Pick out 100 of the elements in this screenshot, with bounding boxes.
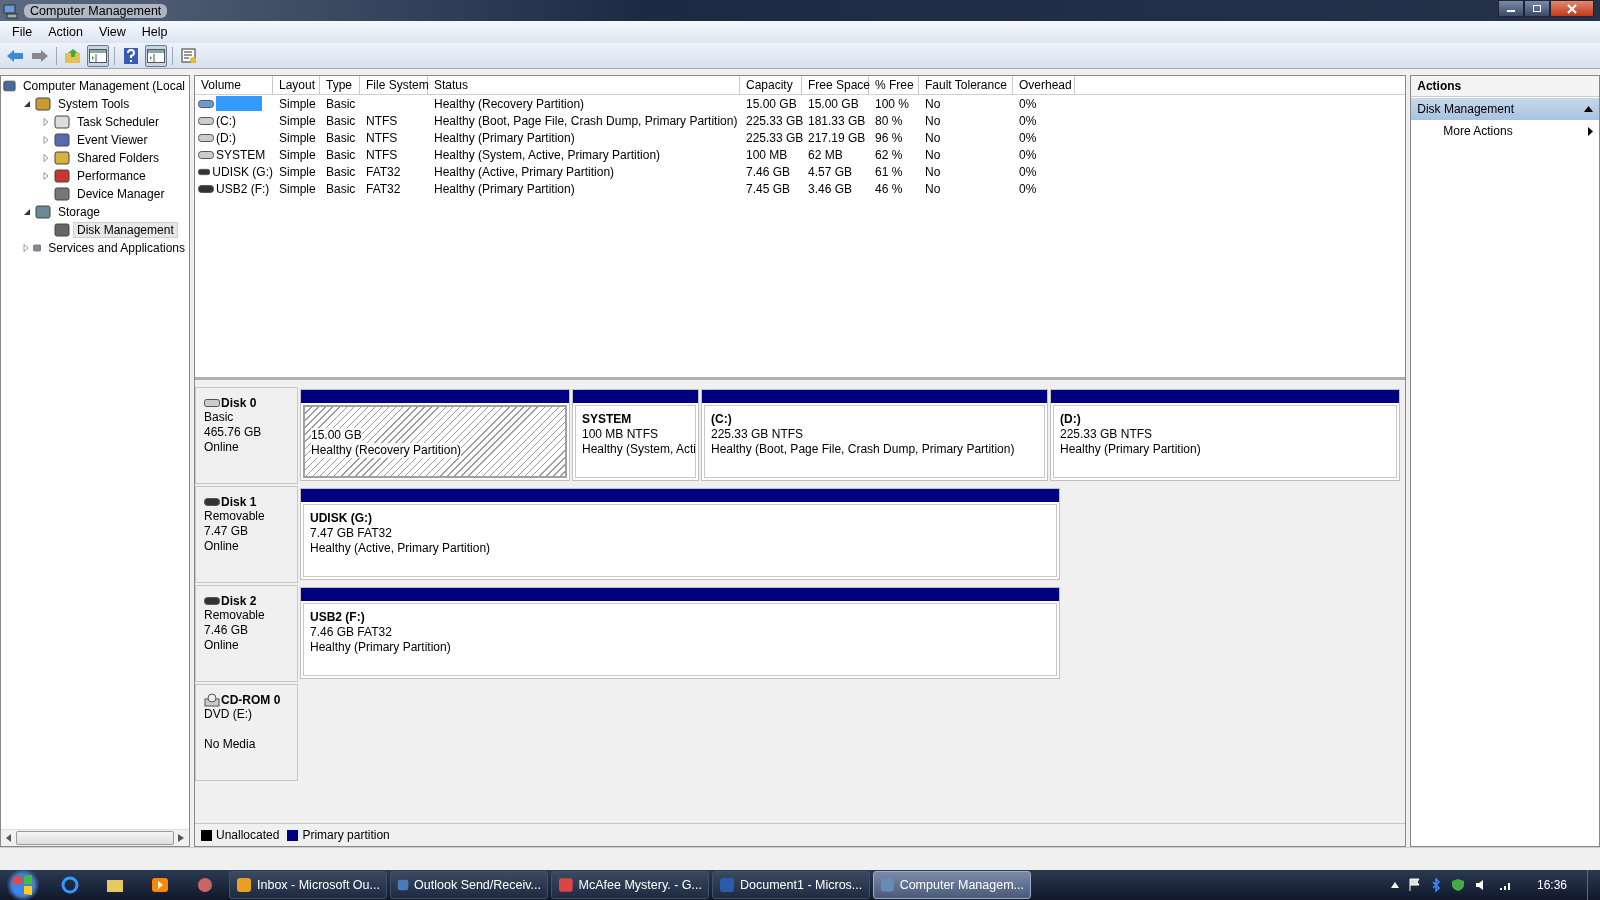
taskbar-button[interactable]: Outlook Send/Receiv... [390, 871, 548, 899]
play-icon[interactable] [150, 876, 170, 894]
table-cell: Simple [279, 164, 316, 179]
close-button[interactable] [1550, 0, 1594, 17]
scroll-thumb[interactable] [16, 831, 174, 845]
clock[interactable]: 16:36 [1536, 878, 1567, 892]
table-cell: Healthy (Recovery Partition) [434, 96, 585, 111]
folder-up-icon [64, 47, 82, 64]
table-cell: SYSTEM [216, 147, 266, 162]
column-header[interactable]: Overhead [1013, 76, 1075, 94]
disk-name: Disk 0 [221, 396, 257, 410]
properties-icon [181, 47, 197, 64]
table-cell: No [925, 113, 941, 128]
partition-block[interactable]: (C:) 225.33 GB NTFS Healthy (Boot, Page File, Crash Dump, Primary Partition) [704, 405, 1045, 478]
table-cell: 0% [1019, 164, 1037, 179]
table-cell: 46 % [875, 181, 903, 196]
horizontal-scrollbar[interactable] [1, 829, 189, 846]
column-header[interactable]: Fault Tolerance [919, 76, 1013, 94]
partition-info: 7.46 GB FAT32 [310, 625, 393, 640]
table-cell: 7.46 GB [746, 164, 791, 179]
tree-item[interactable]: Computer Management (Local [18, 78, 189, 94]
table-cell: (C:) [216, 113, 236, 128]
partition-info: Healthy (Active, Primary Partition) [310, 541, 492, 556]
pane-button[interactable] [145, 44, 167, 67]
pane-icon [89, 48, 107, 63]
partition-info: Healthy (Boot, Page File, Crash Dump, Primary Partition) [711, 442, 1016, 457]
taskbar-button[interactable]: Document1 - Micros... [712, 871, 870, 899]
partition-block[interactable]: UDISK (G:) 7.47 GB FAT32 Healthy (Active, Primary Partition) [303, 504, 1057, 577]
partition-info: Healthy (Primary Partition) [1060, 442, 1202, 457]
table-cell: Basic [326, 130, 356, 145]
legend-label: Primary partition [302, 828, 390, 842]
taskbar-button[interactable]: Computer Managem... [873, 871, 1031, 899]
actions-section-header[interactable]: Disk Management [1411, 98, 1599, 120]
tree-item[interactable]: Disk Management [73, 222, 178, 238]
action-item[interactable]: More Actions [1411, 120, 1599, 142]
collapse-arrow-icon[interactable] [22, 208, 32, 216]
bluetooth-icon[interactable] [1430, 878, 1441, 892]
table-cell: Simple [279, 96, 316, 111]
table-cell: 15.00 GB [808, 96, 859, 111]
disk-info: Basic [204, 410, 235, 425]
table-cell: Healthy (System, Active, Primary Partition) [434, 147, 661, 162]
app-icon [880, 877, 895, 893]
table-cell: FAT32 [366, 181, 401, 196]
partition-block[interactable]: SYSTEM 100 MB NTFS Healthy (System, Acti [575, 405, 696, 478]
table-cell: Simple [279, 181, 316, 196]
restore-button[interactable] [1524, 0, 1550, 17]
table-cell: 0% [1019, 113, 1037, 128]
partition-block[interactable]: (D:) 225.33 GB NTFS Healthy (Primary Partition) [1053, 405, 1397, 478]
taskbar-button[interactable]: McAfee Mystery. - G... [551, 871, 709, 899]
column-header[interactable]: Capacity [740, 76, 802, 94]
tree-item[interactable]: Shared Folders [73, 150, 164, 166]
column-header[interactable]: Layout [273, 76, 320, 94]
globe-icon[interactable] [60, 876, 80, 894]
collapse-arrow-icon[interactable] [22, 100, 32, 108]
partition-block[interactable]: USB2 (F:) 7.46 GB FAT32 Healthy (Primary Partition) [303, 603, 1057, 676]
minimize-button[interactable] [1498, 0, 1524, 17]
removable-drive-icon [204, 597, 220, 605]
column-header[interactable]: % Free [869, 76, 919, 94]
table-cell: 217.19 GB [808, 130, 866, 145]
table-cell: Basic [326, 164, 356, 179]
table-cell: No [925, 130, 941, 145]
drive-icon [198, 133, 214, 142]
menu-item[interactable]: Help [133, 23, 176, 41]
app-icon [558, 877, 574, 893]
column-header[interactable]: Status [428, 76, 740, 94]
tree-item[interactable]: Task Scheduler [73, 114, 164, 130]
app-icon [236, 877, 252, 893]
expand-arrow-icon[interactable] [22, 244, 30, 252]
tree-item[interactable]: Storage [54, 204, 105, 220]
partition-info: 225.33 GB NTFS [711, 427, 805, 442]
show-hidden-icons-icon[interactable] [1390, 882, 1399, 888]
menu-item[interactable]: View [90, 23, 134, 41]
menu-item[interactable]: File [4, 23, 41, 41]
taskbar-button[interactable]: Inbox - Microsoft Ou... [229, 871, 387, 899]
disk-info: Removable [204, 509, 266, 524]
table-cell: 0% [1019, 147, 1037, 162]
tree-item[interactable]: Device Manager [73, 186, 169, 202]
removable-drive-icon [198, 167, 211, 176]
tree-item[interactable]: Performance [73, 168, 150, 184]
tree-item[interactable]: Event Viewer [73, 132, 152, 148]
tree-button[interactable] [87, 44, 109, 67]
drive-icon [204, 399, 220, 407]
column-header[interactable]: Volume [195, 76, 273, 94]
column-header[interactable]: Type [320, 76, 360, 94]
partition-name: (D:) [1060, 412, 1082, 427]
scroll-left-icon[interactable] [6, 834, 12, 842]
flag-icon[interactable] [1408, 878, 1421, 892]
shield-icon[interactable] [1450, 878, 1465, 892]
column-header[interactable]: Free Space [802, 76, 869, 94]
table-cell: (D:) [216, 130, 236, 145]
menu-item[interactable]: Action [40, 23, 91, 41]
tree-item[interactable]: Services and Applications [44, 240, 189, 256]
partition-block[interactable]: 15.00 GB Healthy (Recovery Partition) [303, 405, 567, 478]
column-header[interactable]: File System [360, 76, 428, 94]
collapse-icon [1584, 106, 1593, 112]
scroll-right-icon[interactable] [178, 834, 184, 842]
table-cell: Simple [279, 130, 316, 145]
tree-item[interactable]: System Tools [54, 96, 134, 112]
partition-name: UDISK (G:) [310, 511, 373, 526]
disk-name: Disk 2 [221, 594, 257, 608]
